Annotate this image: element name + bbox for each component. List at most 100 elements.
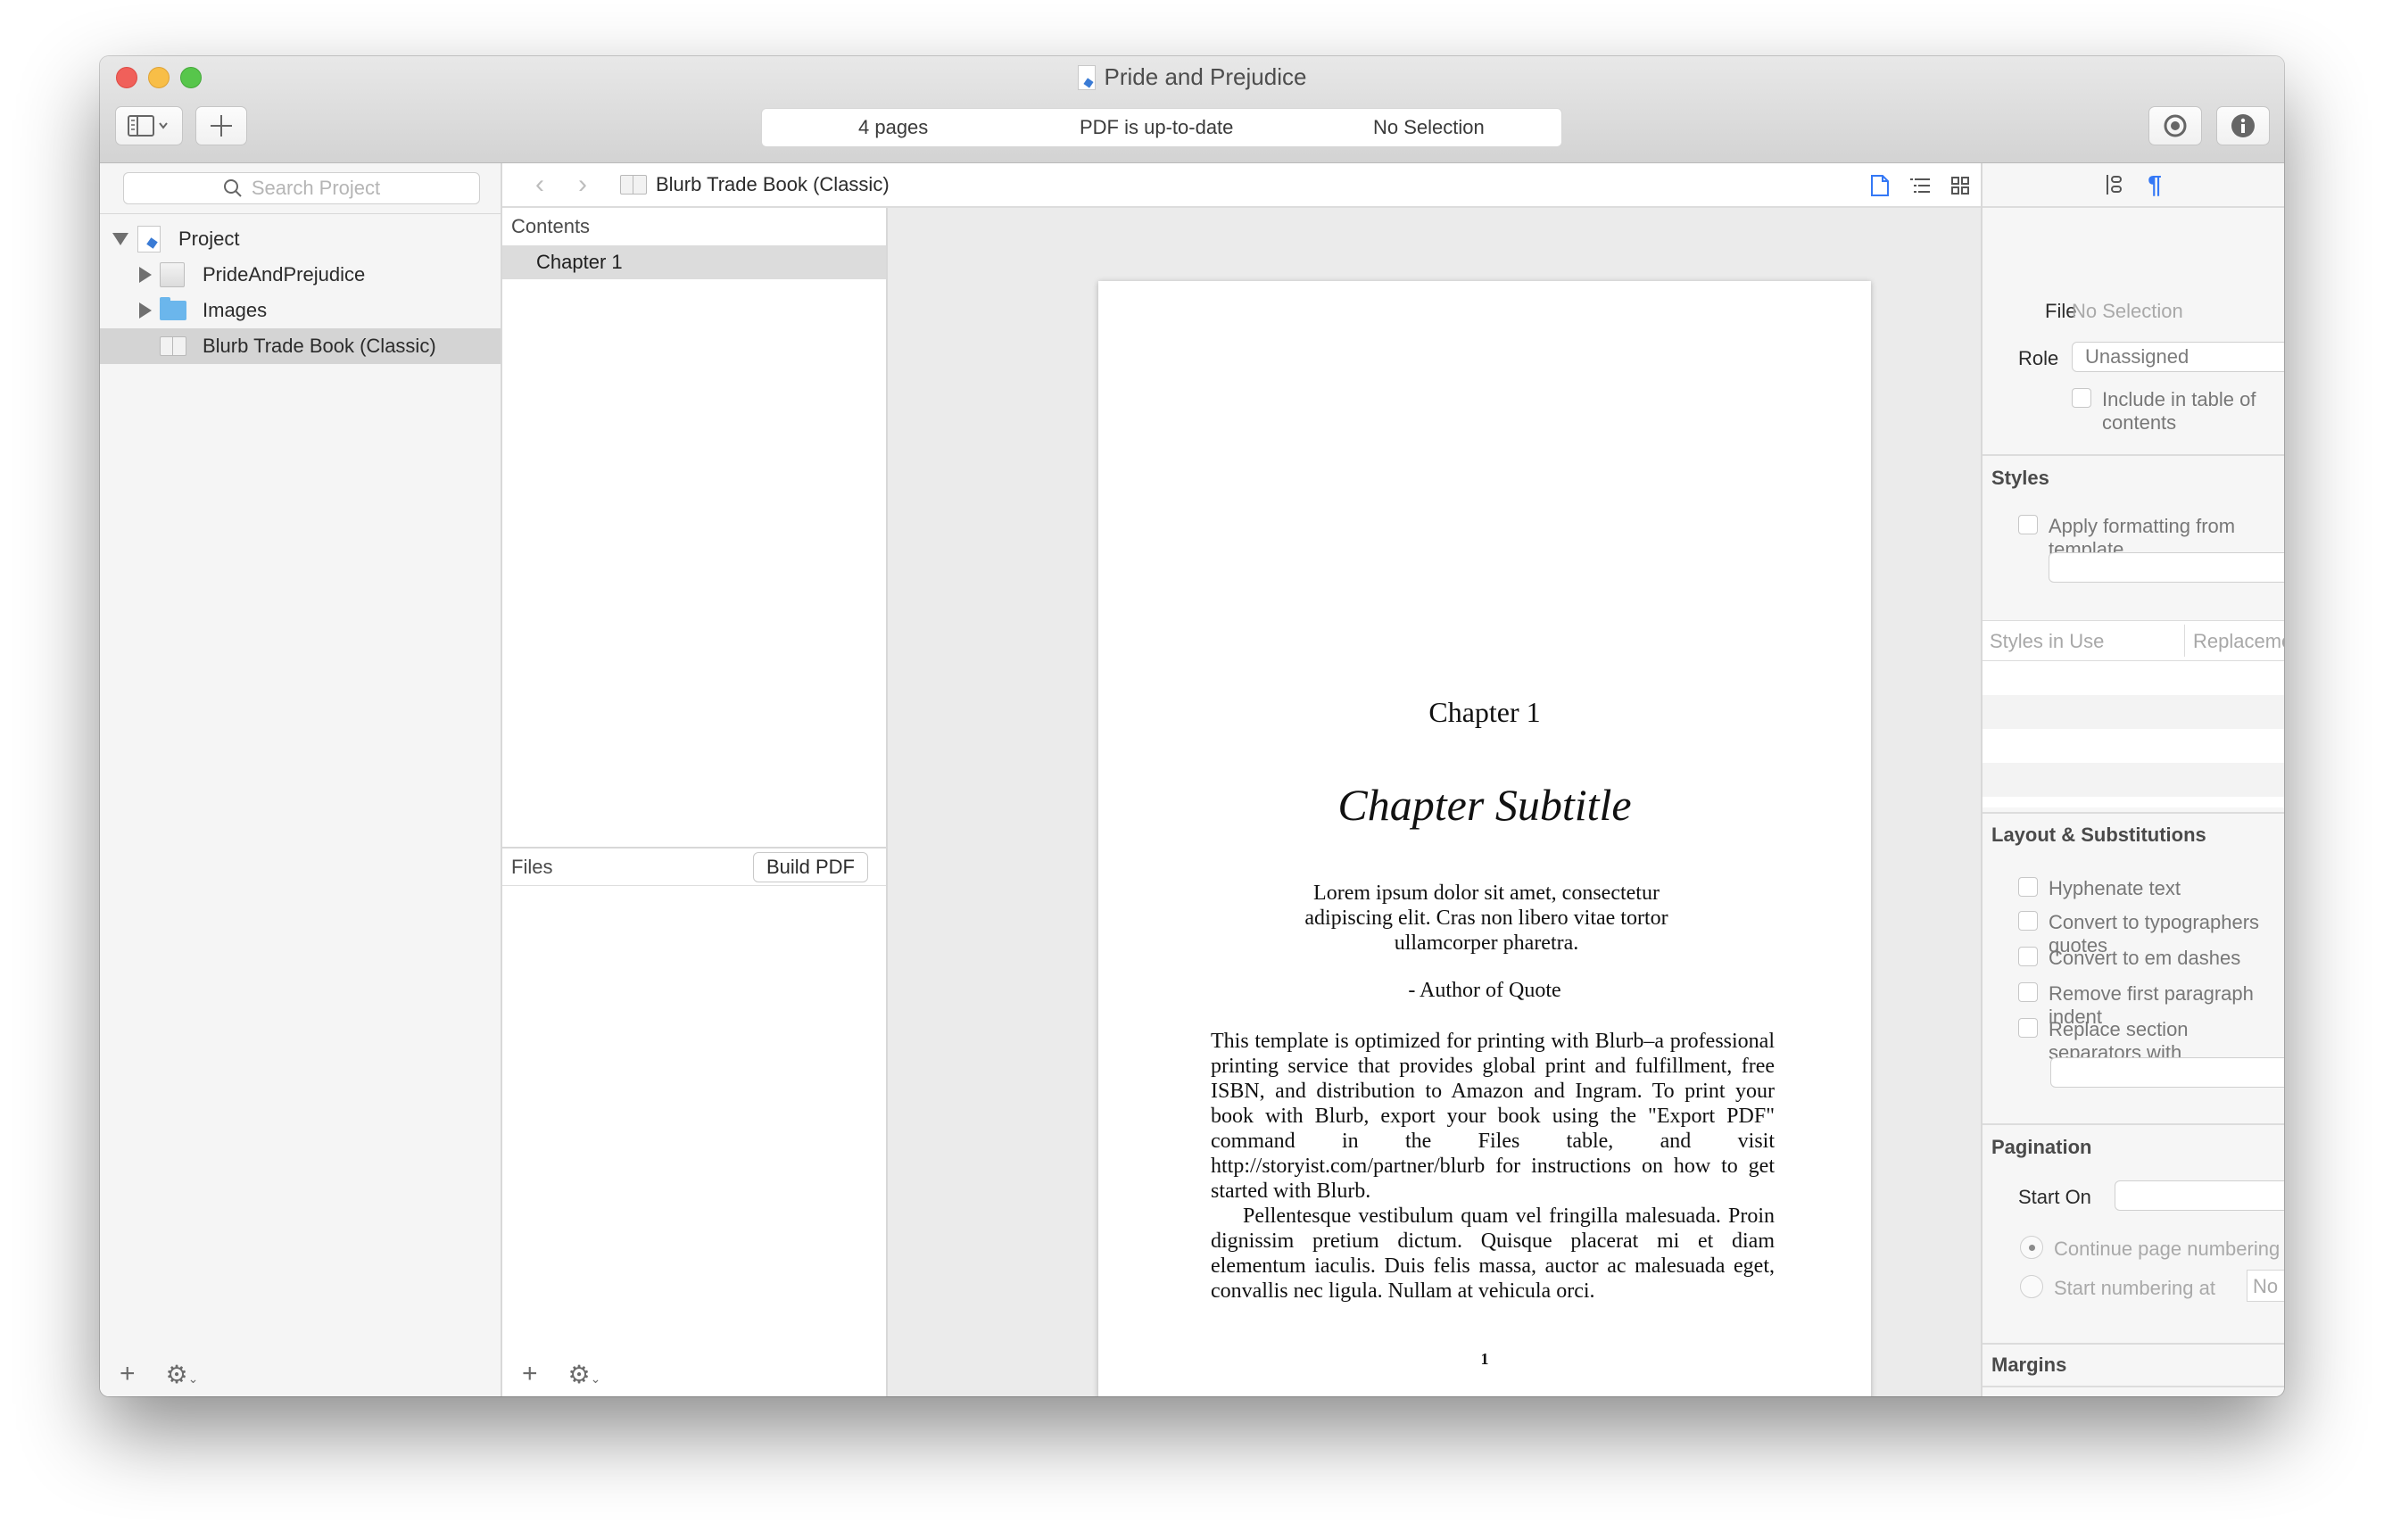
selection-status: No Selection <box>1373 116 1485 138</box>
hyphenate-checkbox[interactable] <box>2018 877 2038 897</box>
book-icon <box>160 336 186 356</box>
chapter-title: Chapter 1 <box>1428 696 1541 728</box>
continue-numbering-radio[interactable] <box>2020 1236 2043 1259</box>
page-number: 1 <box>1480 1350 1489 1368</box>
add-file-button[interactable]: + <box>522 1359 538 1389</box>
sidebar-item-prideandprejudice[interactable]: PrideAndPrejudice <box>100 257 501 293</box>
file-value: No Selection <box>2072 300 2183 322</box>
sidebar-item-label: Images <box>203 299 268 321</box>
document-icon <box>1077 64 1096 90</box>
start-on-label: Start On <box>2018 1186 2091 1208</box>
sidebar-item-label: Blurb Trade Book (Classic) <box>203 335 436 357</box>
divider <box>1983 1123 2284 1125</box>
outline-view-icon[interactable] <box>1909 176 1931 195</box>
preview-button[interactable] <box>2148 106 2202 145</box>
hyphenate-label: Hyphenate text <box>2049 877 2181 899</box>
inspector-panel: ¶ File No Selection Role Unassigned ⌃⌄ I… <box>1981 163 2284 1396</box>
inspector-tabs: ¶ <box>1983 163 2284 208</box>
gear-icon: ⚙ <box>165 1360 188 1388</box>
margins-section-title[interactable]: Margins <box>1991 1354 2066 1377</box>
folder-icon <box>160 297 186 320</box>
start-on-select[interactable]: ⌃⌄ <box>2115 1180 2284 1211</box>
table-row <box>1983 763 2284 797</box>
styles-table-header: Styles in Use Replacement <box>1983 620 2284 661</box>
apply-template-checkbox[interactable] <box>2018 515 2038 534</box>
app-window: Pride and Prejudice 4 pages PDF is up-to… <box>100 56 2284 1396</box>
add-button[interactable] <box>195 106 247 145</box>
styles-section-title: Styles <box>1991 467 2049 489</box>
epigraph-author: - Author of Quote <box>1408 979 1561 1002</box>
sidebar-bottom-bar: + ⚙⌄ <box>100 1352 501 1396</box>
epigraph-quote: Lorem ipsum dolor sit amet, consectetur … <box>1304 882 1668 955</box>
table-row <box>1983 729 2284 763</box>
role-label: Role <box>2018 347 2059 369</box>
continue-numbering-label: Continue page numbering <box>2054 1238 2281 1260</box>
forward-button[interactable]: › <box>565 170 600 200</box>
contents-header: Contents <box>511 215 591 237</box>
target-icon <box>2164 114 2187 137</box>
divider <box>1983 1343 2284 1345</box>
paragraph-icon[interactable]: ¶ <box>2148 170 2162 199</box>
body-text: This template is optimized for printing … <box>1211 1029 1775 1304</box>
column-header-styles-in-use[interactable]: Styles in Use <box>1990 630 2104 653</box>
plus-icon <box>211 115 232 137</box>
gear-icon: ⚙ <box>567 1360 591 1388</box>
info-button[interactable] <box>2216 106 2270 145</box>
template-select[interactable]: ⌃⌄ <box>2049 552 2284 583</box>
window-title: Pride and Prejudice <box>100 63 2284 91</box>
book-icon <box>620 175 647 195</box>
disclosure-expanded-icon[interactable] <box>112 233 128 245</box>
sidebar-item-project[interactable]: Project <box>100 221 501 257</box>
include-toc-label: Include in table of contents <box>2102 388 2256 434</box>
divider <box>1983 1386 2284 1387</box>
chevron-down-icon: ⌄ <box>187 1370 199 1386</box>
toc-item-chapter-1[interactable]: Chapter 1 <box>502 245 886 279</box>
sidebar-item-images[interactable]: Images <box>100 293 501 328</box>
start-numbering-radio[interactable] <box>2020 1275 2043 1298</box>
files-bottom-bar: + ⚙⌄ <box>502 1352 886 1396</box>
back-button[interactable]: ‹ <box>522 170 558 200</box>
sidebar-item-blurb-trade-book[interactable]: Blurb Trade Book (Classic) <box>100 328 501 364</box>
project-sidebar: Search Project Project PrideAndPrejudice… <box>100 163 502 1396</box>
gear-menu-button[interactable]: ⚙⌄ <box>568 1360 601 1389</box>
separator-select[interactable]: ⌃⌄ <box>2050 1057 2284 1088</box>
sidebar-item-label: Project <box>178 228 240 250</box>
notebook-icon <box>160 262 185 287</box>
start-numbering-input[interactable]: No Selecti <box>2247 1270 2284 1302</box>
pdf-page: Chapter 1 Chapter Subtitle Lorem ipsum d… <box>1098 281 1871 1396</box>
search-placeholder: Search Project <box>251 177 381 199</box>
page-view-icon[interactable] <box>1870 174 1890 197</box>
document-preview[interactable]: Chapter 1 Chapter Subtitle Lorem ipsum d… <box>888 208 1981 1396</box>
chevron-down-icon: ⌄ <box>590 1370 601 1386</box>
role-select[interactable]: Unassigned ⌃⌄ <box>2072 342 2284 372</box>
paragraph: Pellentesque vestibulum quam vel fringil… <box>1211 1205 1775 1303</box>
divider <box>1983 454 2284 456</box>
search-input[interactable]: Search Project <box>123 172 480 204</box>
disclosure-collapsed-icon[interactable] <box>139 267 152 283</box>
styles-table: Styles in Use Replacement <box>1983 620 2284 807</box>
breadcrumb[interactable]: Blurb Trade Book (Classic) <box>620 173 890 196</box>
gear-menu-button[interactable]: ⚙⌄ <box>166 1360 199 1389</box>
column-header-replacement[interactable]: Replacement <box>2193 630 2284 653</box>
divider <box>100 213 501 214</box>
build-pdf-button[interactable]: Build PDF <box>752 852 868 882</box>
sidebar-icon <box>128 115 168 137</box>
view-mode-switcher <box>1870 174 1970 197</box>
layout-icon[interactable] <box>2105 174 2123 195</box>
include-toc-checkbox[interactable] <box>2072 388 2091 408</box>
typographers-quotes-checkbox[interactable] <box>2018 911 2038 931</box>
pagination-section-title: Pagination <box>1991 1136 2092 1158</box>
sidebar-toggle-button[interactable] <box>115 106 183 145</box>
add-item-button[interactable]: + <box>120 1359 136 1389</box>
remove-indent-checkbox[interactable] <box>2018 982 2038 1002</box>
chapter-subtitle: Chapter Subtitle <box>1337 780 1632 830</box>
role-select-value: Unassigned <box>2085 345 2189 368</box>
disclosure-collapsed-icon[interactable] <box>139 302 152 319</box>
replace-separators-checkbox[interactable] <box>2018 1018 2038 1038</box>
grid-view-icon[interactable] <box>1950 176 1970 195</box>
em-dashes-checkbox[interactable] <box>2018 947 2038 966</box>
status-display: 4 pages PDF is up-to-date No Selection <box>761 108 1562 147</box>
toolbar: Pride and Prejudice 4 pages PDF is up-to… <box>100 56 2284 163</box>
search-icon <box>223 179 242 197</box>
column-divider <box>2184 625 2185 657</box>
